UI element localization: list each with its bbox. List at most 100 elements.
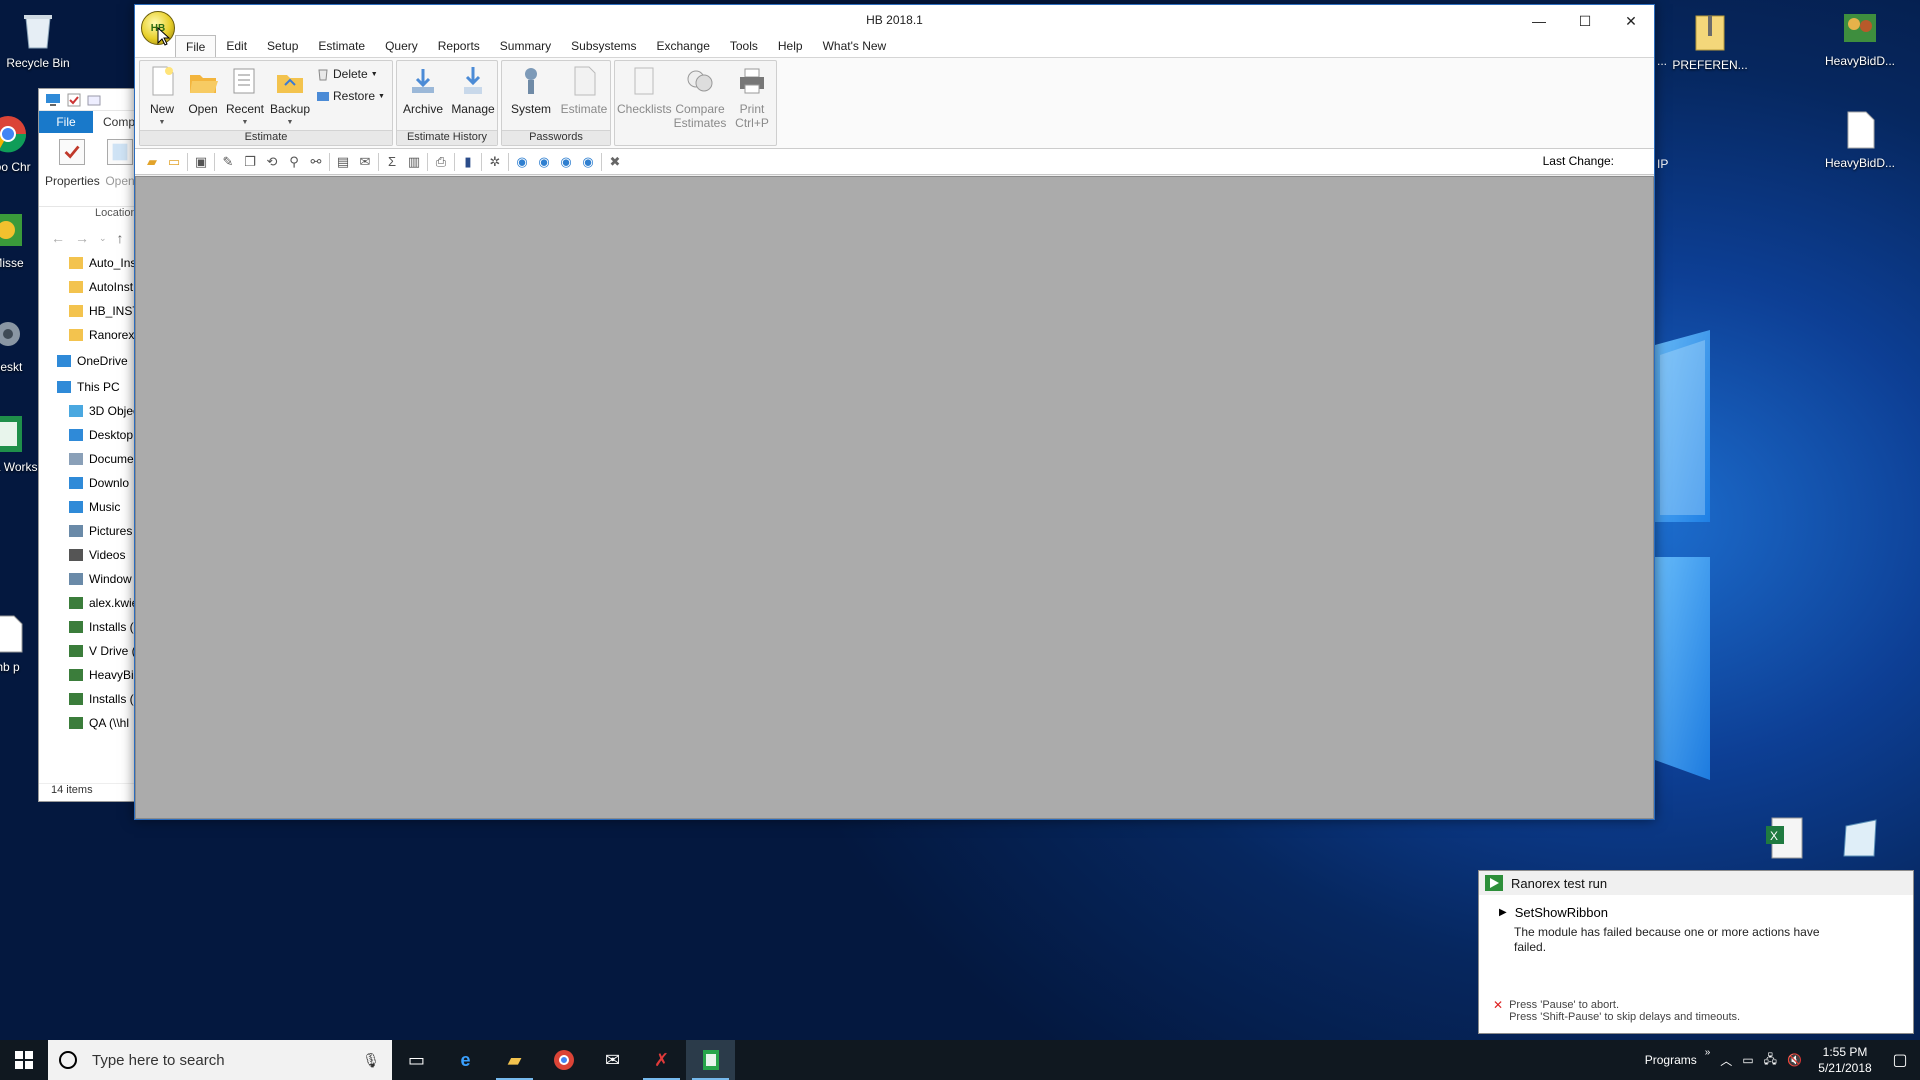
open-button[interactable]: Open xyxy=(103,139,137,206)
desktop-deskt-icon[interactable]: deskt xyxy=(0,312,38,374)
manage-button[interactable]: Manage xyxy=(449,65,497,116)
backup-button[interactable]: Backup ▼ xyxy=(268,65,312,130)
tree-item[interactable]: Ranorex xyxy=(39,323,137,347)
folder-icon[interactable]: ▭ xyxy=(165,153,183,171)
close-icon[interactable]: ✖ xyxy=(606,153,624,171)
tree-item[interactable]: OneDrive xyxy=(39,349,137,373)
tree-item[interactable]: QA (\\hl xyxy=(39,711,137,735)
menu-edit[interactable]: Edit xyxy=(216,35,257,57)
tree-item[interactable]: Docume xyxy=(39,447,137,471)
maximize-button[interactable]: ☐ xyxy=(1562,5,1608,37)
last-record-icon[interactable]: ◉ xyxy=(579,153,597,171)
recycle-bin-icon[interactable]: Recycle Bin xyxy=(0,8,83,70)
desktop-heavybid-icon-2[interactable]: HeavyBidD... xyxy=(1815,108,1905,170)
tree-item[interactable]: V Drive ( xyxy=(39,639,137,663)
archive-button[interactable]: Archive xyxy=(399,65,447,116)
excel-file-icon[interactable]: X xyxy=(1762,814,1810,862)
tree-item[interactable]: Auto_Ins xyxy=(39,251,137,275)
expand-arrow-icon[interactable]: ▶ xyxy=(1499,907,1507,918)
print-button[interactable]: Print Ctrl+P xyxy=(729,65,775,130)
delete-button[interactable]: Delete ▼ xyxy=(316,67,378,81)
menu-help[interactable]: Help xyxy=(768,35,813,57)
network-icon[interactable]: 🖧 xyxy=(1764,1050,1777,1071)
tree-item[interactable]: Window xyxy=(39,567,137,591)
tree-item[interactable]: Installs ( xyxy=(39,615,137,639)
tree-item[interactable]: Pictures xyxy=(39,519,137,543)
file-explorer-window[interactable]: File Comp Properties Open Location ← → ⌄… xyxy=(38,88,138,802)
edge-browser-icon[interactable]: e xyxy=(441,1040,490,1080)
refresh-icon[interactable]: ⟲ xyxy=(263,153,281,171)
folder-small-icon[interactable] xyxy=(87,93,101,107)
settings-icon[interactable]: ✲ xyxy=(486,153,504,171)
menu-what-s-new[interactable]: What's New xyxy=(813,35,897,57)
minimize-button[interactable]: — xyxy=(1516,5,1562,37)
chrome-icon[interactable] xyxy=(539,1040,588,1080)
first-record-icon[interactable]: ◉ xyxy=(513,153,531,171)
desktop-heavy-works-icon[interactable]: Hea Works xyxy=(0,412,38,474)
tree-item[interactable]: Desktop xyxy=(39,423,137,447)
tree-item[interactable]: This PC xyxy=(39,375,137,399)
desktop-preferences-icon[interactable]: PREFEREN... xyxy=(1665,10,1755,72)
file-explorer-icon[interactable]: ▰ xyxy=(490,1040,539,1080)
toast-module-row[interactable]: ▶ SetShowRibbon xyxy=(1499,905,1608,920)
menu-tools[interactable]: Tools xyxy=(720,35,768,57)
explorer-tab-computer[interactable]: Comp xyxy=(93,115,135,129)
system-password-button[interactable]: System xyxy=(506,65,556,116)
file-icon[interactable]: ▤ xyxy=(334,153,352,171)
compare-estimates-button[interactable]: Compare Estimates xyxy=(673,65,727,130)
printer-icon[interactable]: ⎙ xyxy=(432,153,450,171)
tree-item[interactable]: alex.kwie xyxy=(39,591,137,615)
menu-subsystems[interactable]: Subsystems xyxy=(561,35,646,57)
chevron-down-icon[interactable]: ⌄ xyxy=(99,233,107,244)
explorer-tab-file[interactable]: File xyxy=(39,111,93,133)
notepad-icon[interactable] xyxy=(1836,814,1884,862)
calculator-icon[interactable]: ▮ xyxy=(459,153,477,171)
restore-button[interactable]: Restore ▼ xyxy=(316,89,385,103)
copy-icon[interactable]: ❐ xyxy=(241,153,259,171)
microphone-icon[interactable]: 🎙 xyxy=(362,1052,380,1069)
chevron-double-right-icon[interactable]: » xyxy=(1705,1047,1711,1058)
next-record-icon[interactable]: ◉ xyxy=(557,153,575,171)
chart-icon[interactable]: ▥ xyxy=(405,153,423,171)
tree-item[interactable]: 3D Objec xyxy=(39,399,137,423)
close-button[interactable]: ✕ xyxy=(1608,5,1654,37)
taskbar-search-box[interactable]: Type here to search 🎙 xyxy=(48,1040,392,1080)
notifications-icon[interactable]: ▢ xyxy=(1880,1050,1920,1070)
desktop-misse-icon[interactable]: Misse xyxy=(0,208,38,270)
up-arrow-icon[interactable]: ↑ xyxy=(117,230,124,246)
properties-button[interactable]: Properties xyxy=(45,139,100,206)
tree-item[interactable]: HB_INST xyxy=(39,299,137,323)
task-view-icon[interactable]: ▭ xyxy=(392,1040,441,1080)
desktop-chrome-icon[interactable]: Goo Chr xyxy=(0,112,38,174)
link-icon[interactable]: ⚯ xyxy=(307,153,325,171)
comment-icon[interactable]: ✉ xyxy=(356,153,374,171)
menu-setup[interactable]: Setup xyxy=(257,35,308,57)
mdi-client-area[interactable] xyxy=(135,176,1654,819)
menu-summary[interactable]: Summary xyxy=(490,35,561,57)
edit-icon[interactable]: ✎ xyxy=(219,153,237,171)
menu-reports[interactable]: Reports xyxy=(428,35,490,57)
desktop-heavybid-icon-1[interactable]: HeavyBidD... xyxy=(1815,6,1905,68)
clock[interactable]: 1:55 PM 5/21/2018 xyxy=(1810,1044,1880,1076)
search-icon[interactable]: ⚲ xyxy=(285,153,303,171)
chevron-up-icon[interactable]: ︿ xyxy=(1720,1052,1732,1069)
start-button[interactable] xyxy=(0,1040,48,1080)
new-button[interactable]: New ▼ xyxy=(144,65,180,130)
battery-icon[interactable]: ▭ xyxy=(1742,1053,1753,1067)
tree-item[interactable]: Downlo xyxy=(39,471,137,495)
estimate-password-button[interactable]: Estimate xyxy=(558,65,610,116)
tree-item[interactable]: Installs ( xyxy=(39,687,137,711)
volume-muted-icon[interactable]: 🔇 xyxy=(1787,1053,1802,1067)
checklists-button[interactable]: Checklists xyxy=(617,65,672,116)
open-folder-icon[interactable]: ▰ xyxy=(143,153,161,171)
tree-item[interactable]: Videos xyxy=(39,543,137,567)
back-arrow-icon[interactable]: ← xyxy=(51,230,65,246)
heavybid-taskbar-icon[interactable] xyxy=(686,1040,735,1080)
menu-exchange[interactable]: Exchange xyxy=(647,35,720,57)
menu-file[interactable]: File xyxy=(175,35,217,57)
mail-icon[interactable]: ✉ xyxy=(588,1040,637,1080)
recent-button[interactable]: Recent ▼ xyxy=(224,65,266,130)
forward-arrow-icon[interactable]: → xyxy=(75,230,89,246)
programs-toolbar-label[interactable]: Programs xyxy=(1645,1053,1697,1067)
checkmark-icon[interactable] xyxy=(67,93,81,107)
